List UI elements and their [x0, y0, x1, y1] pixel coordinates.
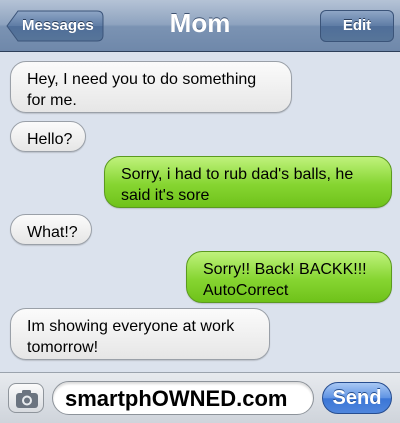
message-bubble-sent: Sorry!! Back! BACKK!!! AutoCorrect — [186, 251, 392, 303]
nav-bar: Messages Mom Edit — [0, 0, 400, 52]
message-input-text: smartphOWNED.com — [65, 386, 288, 411]
message-bubble-received: Hey, I need you to do something for me. — [10, 61, 292, 113]
message-list: Hey, I need you to do something for me. … — [0, 52, 400, 367]
message-bubble-received: What!? — [10, 214, 92, 245]
camera-icon — [16, 390, 38, 408]
message-bubble-received: Hello? — [10, 121, 86, 152]
camera-button[interactable] — [8, 383, 44, 413]
message-bubble-received: Im showing everyone at work tomorrow! — [10, 308, 270, 360]
message-input[interactable]: smartphOWNED.com — [52, 381, 314, 415]
compose-bar: smartphOWNED.com Send — [0, 372, 400, 423]
message-bubble-sent: Sorry, i had to rub dad's balls, he said… — [104, 156, 392, 208]
edit-button[interactable]: Edit — [320, 10, 394, 42]
send-button[interactable]: Send — [322, 382, 392, 414]
